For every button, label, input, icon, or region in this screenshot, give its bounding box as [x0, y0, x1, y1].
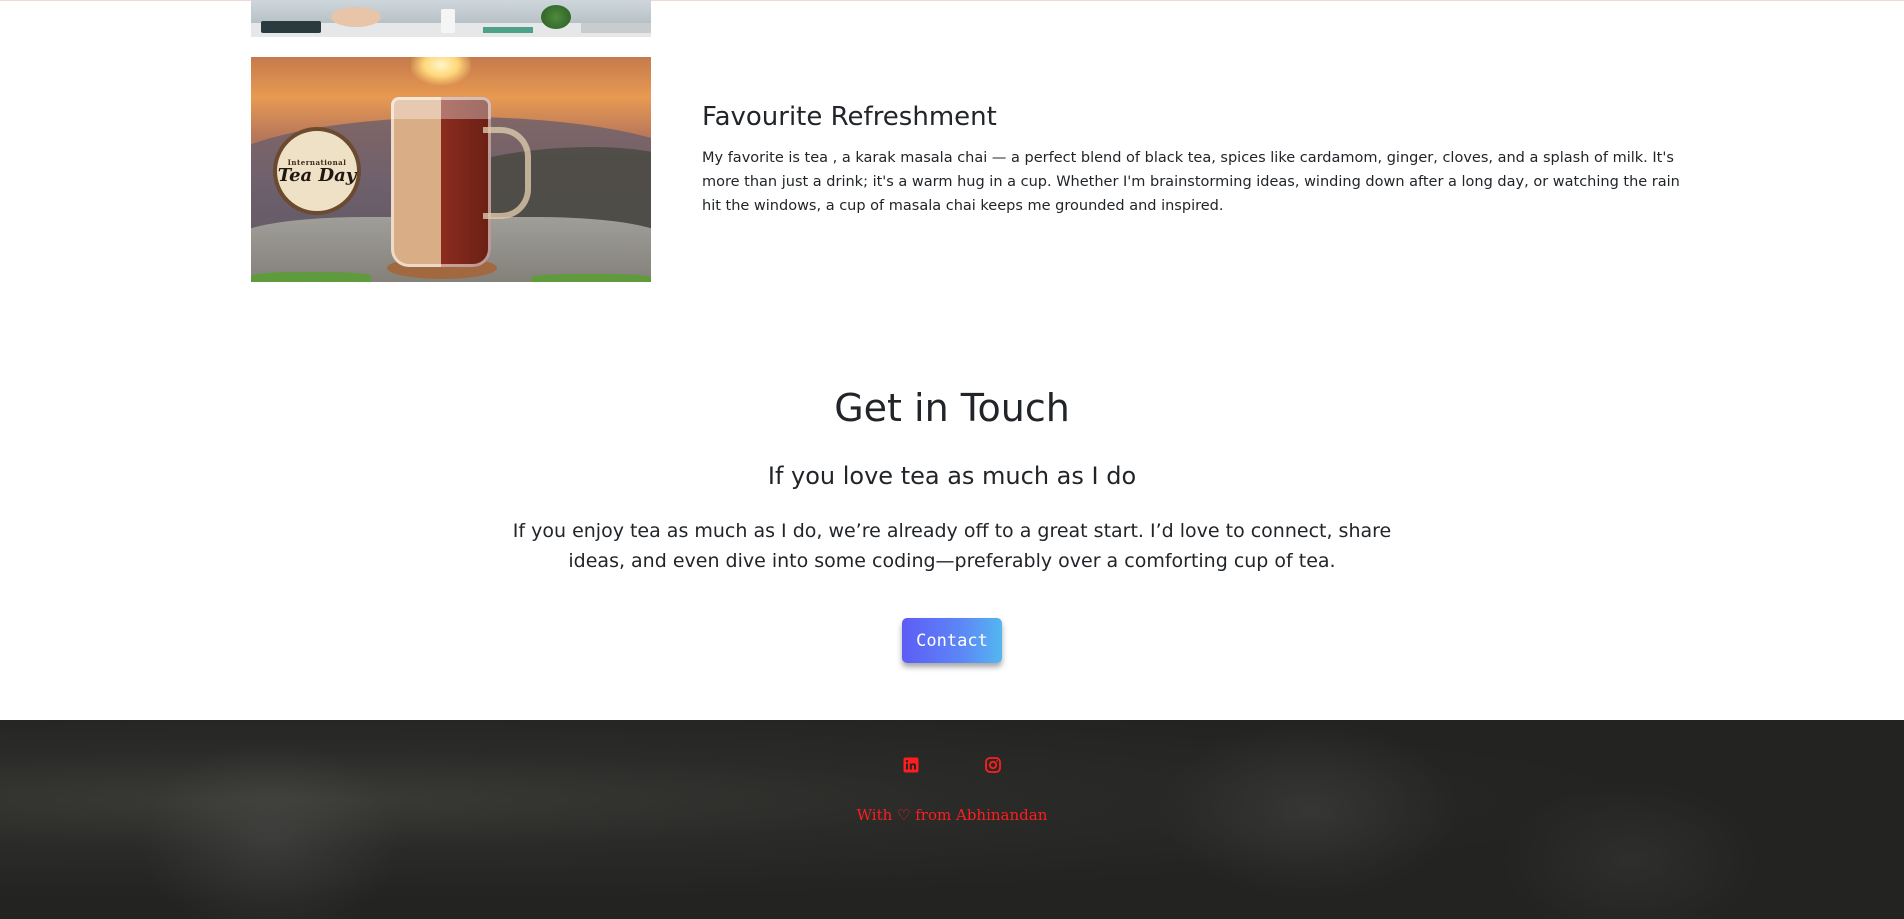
tea-day-badge: International Tea Day — [273, 127, 361, 215]
cup-shape — [441, 9, 455, 33]
site-footer: With ♡ from Abhinandan — [0, 720, 1904, 919]
sun-glow — [411, 57, 471, 85]
contact-title: Get in Touch — [834, 386, 1070, 430]
tea-image: International Tea Day — [251, 57, 651, 282]
grass-right — [531, 274, 651, 282]
previous-section-image — [251, 0, 651, 37]
tea-glass-handle — [483, 127, 531, 219]
footer-texture-1 — [140, 740, 400, 919]
hand-shape — [331, 7, 381, 27]
feature-title: Favourite Refreshment — [702, 102, 997, 132]
grass-left — [251, 272, 371, 282]
contact-subtitle: If you love tea as much as I do — [767, 462, 1137, 490]
contact-section: Get in Touch If you love tea as much as … — [0, 370, 1904, 663]
book-shape — [483, 27, 533, 33]
feature-description: My favorite is tea , a karak masala chai… — [702, 150, 1680, 214]
tea-glass-rim — [391, 97, 491, 119]
badge-main-text: Tea Day — [277, 164, 357, 186]
laptop-shape — [261, 21, 321, 33]
laptop-shape-2 — [581, 23, 651, 33]
footer-credit: With ♡ from Abhinandan — [856, 806, 1048, 824]
footer-texture-3 — [1500, 780, 1760, 919]
contact-button[interactable]: Contact — [902, 618, 1002, 663]
instagram-icon[interactable] — [984, 756, 1002, 774]
plant-shape — [541, 5, 571, 29]
tea-glass — [391, 97, 491, 267]
linkedin-icon[interactable] — [902, 756, 920, 774]
contact-description: If you enjoy tea as much as I do, we’re … — [512, 520, 1392, 572]
